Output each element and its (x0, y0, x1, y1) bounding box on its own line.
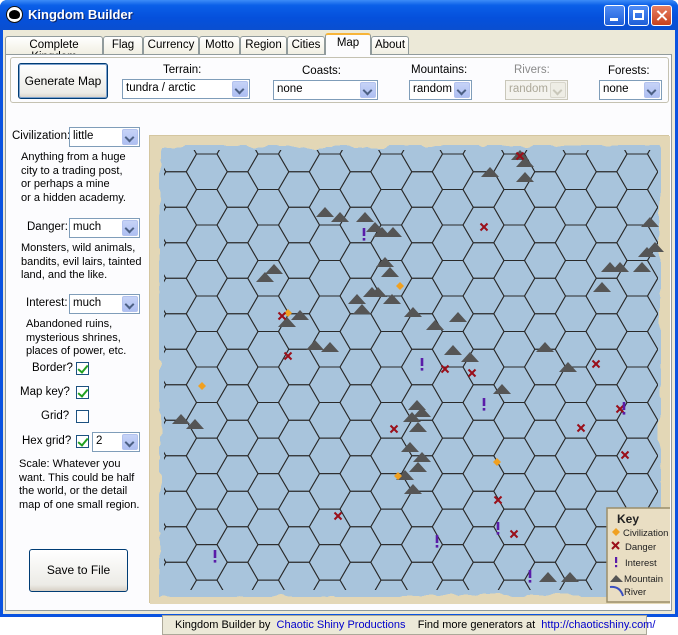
rivers-value: random (509, 83, 548, 95)
danger-description: Monsters, wild animals, bandits, evil la… (21, 242, 141, 283)
mountains-label: Mountains: (411, 64, 467, 76)
tab-motto[interactable]: Motto (199, 36, 240, 54)
tab-map[interactable]: Map (325, 33, 371, 55)
save-to-file-button[interactable]: Save to File (29, 549, 128, 592)
interest-label: Interest: (26, 297, 68, 309)
chevron-down-icon (122, 296, 138, 312)
civilization-value: little (73, 130, 93, 142)
chevron-down-icon (122, 129, 138, 145)
danger-value: much (73, 221, 101, 233)
forests-select[interactable]: none (599, 80, 662, 100)
exclamation-icon (214, 550, 217, 563)
coasts-select[interactable]: none (273, 80, 378, 100)
map-key-checkbox[interactable] (76, 386, 89, 399)
interest-value: much (73, 297, 101, 309)
tab-region[interactable]: Region (240, 36, 287, 54)
tab-complete-kingdom[interactable]: Complete Kingdom (5, 36, 103, 54)
generate-map-button[interactable]: Generate Map (18, 63, 108, 99)
exclamation-icon (615, 557, 617, 567)
hex-grid-label: Hex grid? (22, 435, 71, 447)
map-key-label: Map key? (20, 386, 70, 398)
credits-middle: Find more generators at (418, 619, 535, 631)
key-mountain-label: Mountain (624, 574, 663, 585)
key-river-label: River (624, 587, 646, 598)
map-canvas: Key Civilization Danger Interest Mountai (149, 135, 669, 603)
close-button[interactable] (651, 5, 672, 26)
map-key-legend: Key Civilization Danger Interest Mountai (607, 508, 670, 602)
danger-select[interactable]: much (69, 218, 140, 238)
civilization-label: Civilization: (12, 130, 70, 142)
author-link[interactable]: Chaotic Shiny Productions (277, 619, 406, 631)
map-settings-toolbar: Generate Map Terrain: tundra / arctic Co… (10, 57, 669, 103)
client-area: Complete Kingdom Flag Currency Motto Reg… (3, 30, 675, 614)
chevron-down-icon (232, 81, 248, 97)
rivers-select: random (505, 80, 568, 100)
mountains-select[interactable]: random (409, 80, 472, 100)
chevron-down-icon (360, 82, 376, 98)
minimize-button[interactable] (604, 5, 625, 26)
exclamation-icon (623, 402, 626, 415)
coasts-value: none (277, 83, 303, 95)
app-icon (6, 6, 23, 23)
border-label: Border? (32, 362, 73, 374)
scale-description: Scale: Whatever you want. This could be … (19, 458, 139, 512)
civilization-description: Anything from a huge city to a trading p… (21, 151, 126, 205)
generated-map: Key Civilization Danger Interest Mountai (150, 136, 670, 604)
forests-value: none (603, 83, 629, 95)
exclamation-icon (421, 358, 424, 371)
tab-flag[interactable]: Flag (103, 36, 143, 54)
credits-prefix: Kingdom Builder by (175, 619, 270, 631)
terrain-value: tundra / arctic (126, 82, 196, 94)
mountains-value: random (413, 83, 452, 95)
civilization-select[interactable]: little (69, 127, 140, 147)
footer-credits: Kingdom Builder by Chaotic Shiny Product… (162, 615, 647, 635)
exclamation-icon (363, 228, 366, 241)
chevron-down-icon (122, 434, 138, 450)
danger-label: Danger: (27, 221, 68, 233)
key-danger-label: Danger (625, 542, 656, 553)
grid-label: Grid? (41, 410, 69, 422)
chevron-down-icon (454, 82, 470, 98)
exclamation-icon (436, 535, 439, 548)
exclamation-icon (529, 570, 532, 583)
chevron-down-icon (122, 220, 138, 236)
tab-cities[interactable]: Cities (287, 36, 325, 54)
title-bar[interactable]: Kingdom Builder (0, 0, 678, 30)
key-interest-label: Interest (625, 558, 657, 569)
exclamation-icon (483, 398, 486, 411)
interest-select[interactable]: much (69, 294, 140, 314)
rivers-label: Rivers: (514, 64, 550, 76)
coasts-label: Coasts: (302, 65, 341, 77)
map-key-title: Key (617, 512, 639, 526)
hex-grid-size-value: 2 (96, 435, 102, 447)
hex-grid-checkbox[interactable] (76, 435, 89, 448)
chevron-down-icon (644, 82, 660, 98)
application-window: Kingdom Builder Complete Kingdom Flag Cu… (0, 0, 678, 617)
terrain-select[interactable]: tundra / arctic (122, 79, 250, 99)
map-tab-panel: Generate Map Terrain: tundra / arctic Co… (5, 54, 672, 611)
window-title: Kingdom Builder (28, 7, 133, 22)
exclamation-icon (497, 522, 500, 535)
border-checkbox[interactable] (76, 362, 89, 375)
forests-label: Forests: (608, 65, 650, 77)
tab-about[interactable]: About (371, 36, 409, 54)
tab-currency[interactable]: Currency (143, 36, 199, 54)
website-link[interactable]: http://chaoticshiny.com/ (541, 619, 655, 631)
key-civilization-label: Civilization (623, 528, 668, 539)
hex-grid-size-select[interactable]: 2 (92, 432, 140, 452)
chevron-down-icon (550, 82, 566, 98)
maximize-button[interactable] (628, 5, 649, 26)
terrain-label: Terrain: (163, 64, 201, 76)
interest-description: Abandoned ruins, mysterious shrines, pla… (26, 318, 126, 359)
grid-checkbox[interactable] (76, 410, 89, 423)
